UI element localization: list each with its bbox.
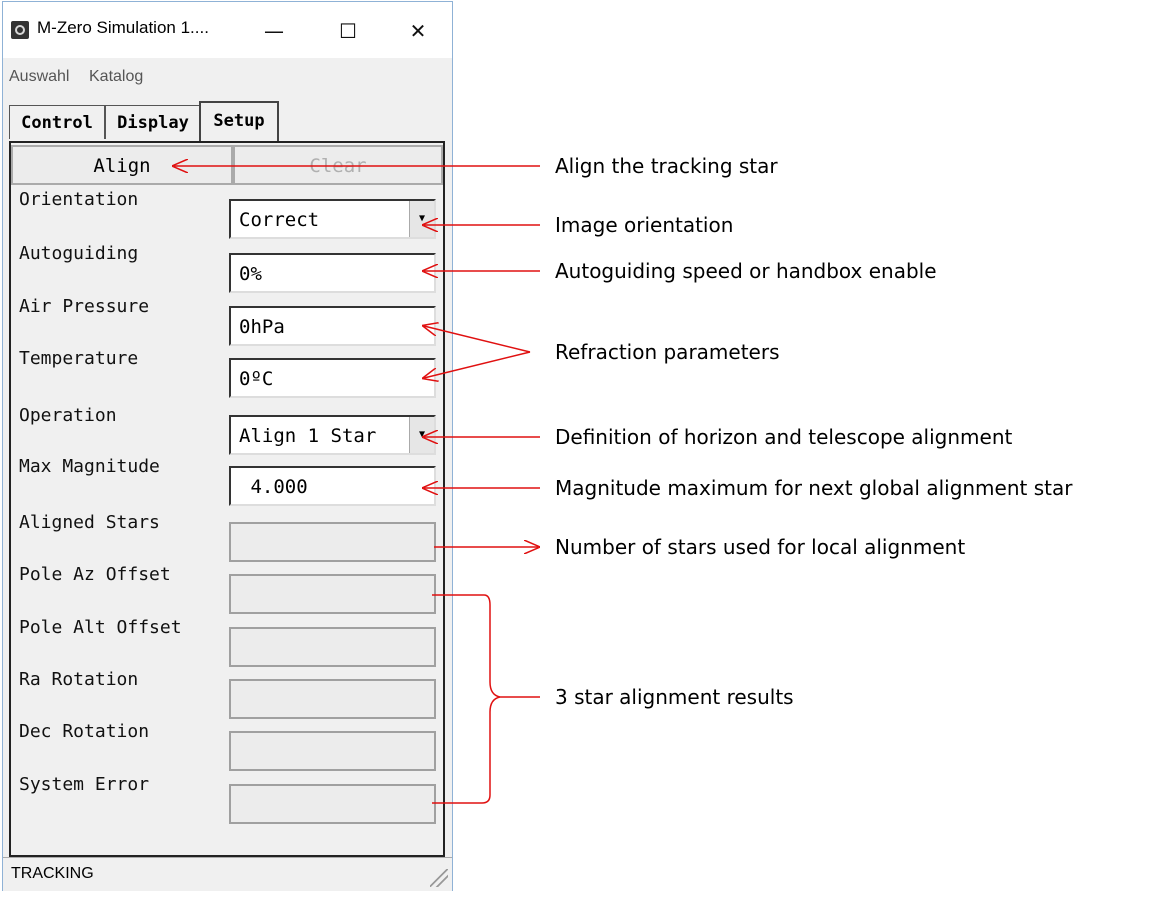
annotation-refraction: Refraction parameters: [555, 340, 780, 364]
temperature-arrow: [424, 351, 531, 378]
annotation-magnitude: Magnitude maximum for next global alignm…: [555, 476, 1073, 500]
annotation-aligned-stars: Number of stars used for local alignment: [555, 535, 966, 559]
annotation-operation: Definition of horizon and telescope alig…: [555, 425, 1013, 449]
annotation-results: 3 star alignment results: [555, 685, 794, 709]
annotation-align: Align the tracking star: [555, 154, 778, 178]
air-pressure-arrow: [424, 326, 531, 353]
annotation-autoguiding: Autoguiding speed or handbox enable: [555, 259, 937, 283]
annotation-orientation: Image orientation: [555, 213, 734, 237]
results-brace: [432, 594, 540, 804]
annotation-arrows: [0, 0, 540, 804]
